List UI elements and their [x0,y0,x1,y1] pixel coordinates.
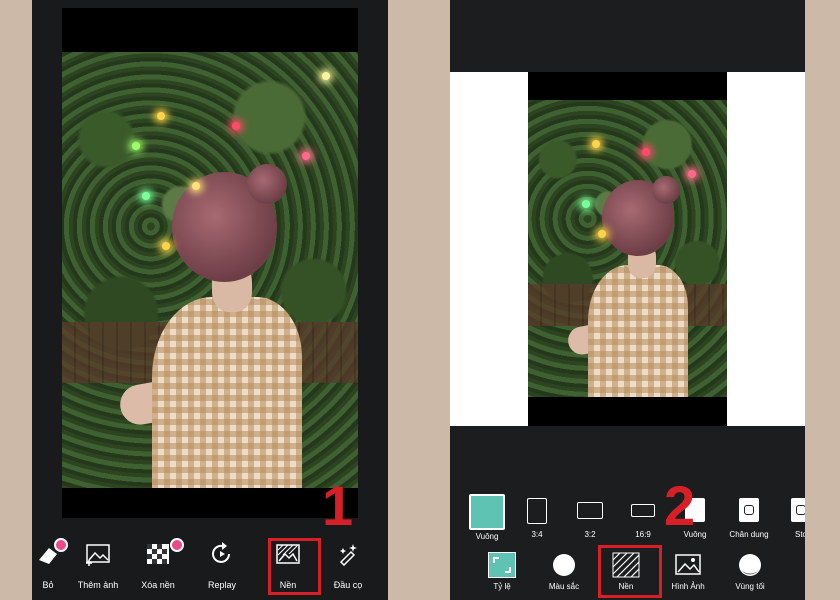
tool-ty-le[interactable]: Tỷ lệ [472,546,532,598]
highlight-box-nen-right [598,545,662,598]
step-number-one: 1 [322,474,354,537]
left-margin [0,0,32,600]
right-editor-panel: Vuông 3:4 3:2 16:9 Vuông Chân dung Sto T… [450,0,805,600]
white-background-left [450,72,528,426]
right-top-area [450,0,805,72]
replay-icon [212,542,230,563]
step-number-two: 2 [664,474,696,537]
left-canvas-bottom-bar [62,488,358,518]
ratio-3-4-icon [527,498,547,524]
tool-xoa-nen-label: Xóa nền [141,580,175,590]
tool-replay[interactable]: Replay [192,530,252,596]
middle-divider [388,0,418,600]
right-photo-canvas[interactable] [528,100,727,397]
left-photo-canvas[interactable] [62,52,358,488]
instagram-story-icon [791,498,805,522]
ratio-sto-label: Sto [794,530,805,539]
ratio-16-9-icon [631,504,655,517]
tool-mau-sac[interactable]: Màu sắc [534,546,594,598]
brush-sparkle-icon [339,544,357,566]
square-ratio-icon [469,494,505,530]
tool-vung-toi[interactable]: Vùng tối [720,546,780,598]
left-canvas-top-bar [62,8,358,52]
highlight-box-nen-left [268,538,321,595]
add-image-icon [86,544,110,566]
premium-crown-icon-2 [170,538,184,552]
image-icon [675,554,701,575]
tool-xoa-nen[interactable]: Xóa nền [128,530,188,596]
tool-hinh-anh[interactable]: Hình Ảnh [658,546,718,598]
middle-dark-strip [418,0,450,600]
right-canvas-bottom-bar [528,397,727,426]
right-canvas-top-bar [528,72,727,100]
ratio-3-2-icon [577,502,603,519]
crop-ratio-icon [488,552,516,578]
vignette-icon [739,554,761,576]
tool-them-anh[interactable]: Thêm ảnh [68,530,128,596]
instagram-portrait-icon [739,498,759,522]
tool-dau-co-label: Đầu cọ [333,580,363,590]
premium-crown-icon [54,538,68,552]
camera-glyph-icon [744,505,754,515]
white-background-right [727,72,805,426]
ratio-sto[interactable]: Sto [776,492,805,542]
tool-vung-toi-label: Vùng tối [735,582,765,591]
color-circle-icon [553,554,575,576]
camera-glyph-icon-2 [796,505,805,515]
left-toolbar: Bỏ Thêm ảnh Xóa nền Replay Nền Đầu cọ [32,530,388,600]
tool-them-anh-label: Thêm ảnh [77,580,119,590]
right-margin [805,0,840,600]
checker-erase-icon [147,544,169,564]
tool-replay-label: Replay [207,580,236,590]
tool-dau-co[interactable]: Đầu cọ [318,530,378,596]
